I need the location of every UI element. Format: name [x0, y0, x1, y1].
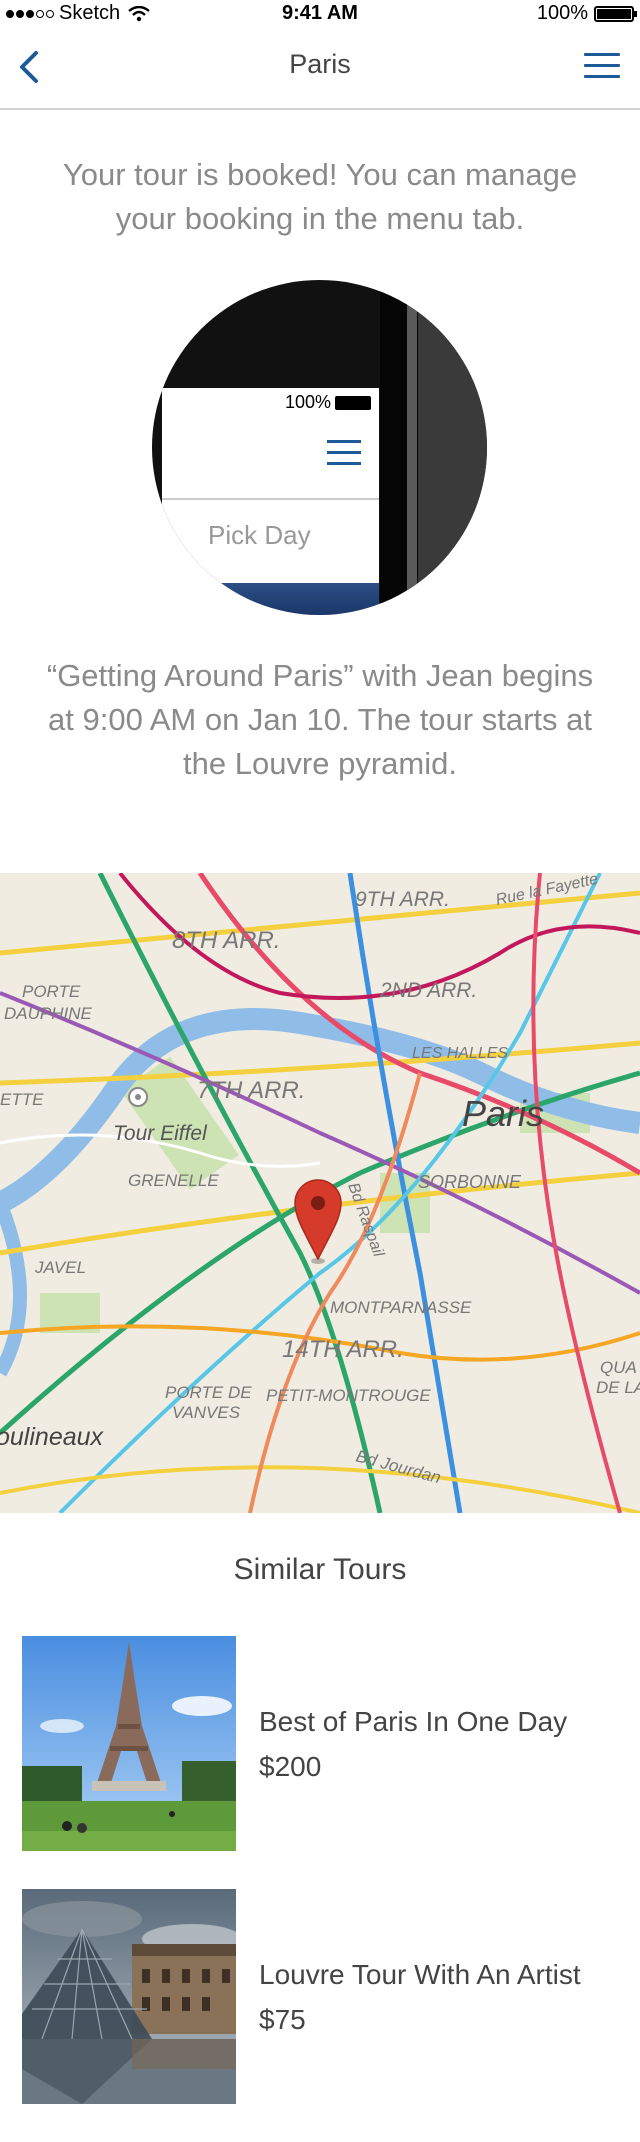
map-label-vanves: VANVES — [172, 1403, 241, 1422]
tour-price: $200 — [259, 1751, 322, 1782]
tour-name[interactable]: Best of Paris In One Day — [259, 1706, 567, 1738]
map-label-8th-arr: 8TH ARR. — [172, 927, 280, 954]
tour-details-text: “Getting Around Paris” with Jean begins … — [46, 658, 594, 781]
navigation-bar: Paris — [0, 27, 640, 110]
map-label-2nd-arr: 2ND ARR. — [379, 979, 477, 1002]
battery-icon — [594, 5, 637, 22]
map-label-porte-de: PORTE DE — [165, 1383, 252, 1402]
map-label-qua: QUA — [600, 1358, 637, 1377]
similar-tour-card[interactable]: Louvre Tour With An Artist $75 — [22, 1889, 618, 2104]
map-label-paris: Paris — [462, 1093, 544, 1134]
pick-day-label: Pick Day — [208, 520, 311, 550]
battery-percent: 100% — [536, 2, 588, 24]
map-label-tour-eiffel: Tour Eiffel — [113, 1122, 208, 1145]
page-title: Paris — [289, 49, 351, 79]
hamburger-menu-icon — [327, 440, 361, 473]
map-label-javel: JAVEL — [34, 1258, 86, 1277]
map-label-de-la: DE LA — [596, 1378, 640, 1397]
battery-icon — [335, 395, 371, 410]
map-label-ette: ETTE — [0, 1090, 44, 1109]
illustration-status: 100% — [285, 392, 371, 413]
map-label-sorbonne: SORBONNE — [418, 1172, 522, 1192]
hamburger-menu-icon[interactable] — [584, 53, 620, 85]
map-label-dauphine: DAUPHINE — [4, 1004, 93, 1023]
map-label-montparnasse: MONTPARNASSE — [330, 1298, 472, 1317]
map-label-9th-arr: 9TH ARR. — [355, 888, 450, 911]
eiffel-tower-photo[interactable] — [22, 1636, 236, 1851]
booking-confirmation-text: Your tour is booked! You can manage your… — [62, 157, 578, 236]
tour-name[interactable]: Louvre Tour With An Artist — [259, 1959, 581, 1991]
map-label-les-halles: LES HALLES — [412, 1045, 508, 1062]
map-label-petit-montrouge: PETIT-MONTROUGE — [266, 1386, 431, 1405]
map-label-grenelle: GRENELLE — [128, 1171, 219, 1190]
map-label-moulineaux: oulineaux — [0, 1423, 105, 1451]
map-label-14th-arr: 14TH ARR. — [282, 1336, 404, 1363]
status-bar: Sketch 9:41 AM 100% — [0, 0, 640, 27]
map-label-7th-arr: 7TH ARR. — [197, 1077, 305, 1104]
illustration-battery-label: 100% — [284, 392, 331, 412]
meeting-point-map[interactable]: 9TH ARR. Rue la Fayette 8TH ARR. PORTE D… — [0, 873, 640, 1513]
similar-tour-card[interactable]: Best of Paris In One Day $200 — [22, 1636, 618, 1851]
map-label-porte: PORTE — [22, 982, 81, 1001]
louvre-pyramid-photo[interactable] — [22, 1889, 236, 2104]
similar-tours-heading: Similar Tours — [233, 1553, 407, 1586]
tour-price: $75 — [259, 2004, 306, 2035]
menu-tab-illustration: 100% Pick Day — [152, 280, 487, 615]
